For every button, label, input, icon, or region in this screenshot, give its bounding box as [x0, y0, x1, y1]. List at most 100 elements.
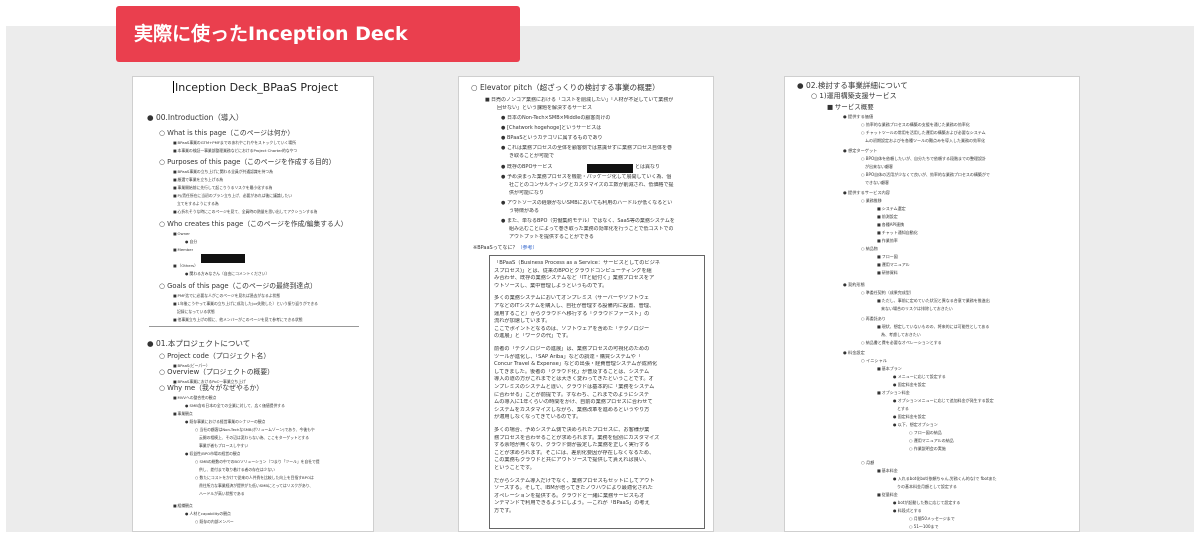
quote-line: ソースする。そして、IBMが培ってきたノウハウにより最適化された: [494, 485, 653, 492]
outline-line-text: 基本料金: [881, 468, 898, 473]
outline-line-text: 月間50メッセージまで: [913, 516, 955, 521]
outline-line-text: Member: [177, 247, 194, 252]
outline-line: ○ Why me（我々がなぜやるか）: [159, 384, 263, 393]
outline-line: ■ただし、事前に定めていた状況と異なる合意で業務を推進出: [877, 298, 990, 304]
outline-line: 来ない場合のリスクは排除しておきたい: [881, 306, 953, 312]
outline-line-text: 立てをするようにする為: [177, 201, 219, 206]
outline-line-text: 料金設定: [848, 350, 865, 355]
outline-line-text: これは業務プロセスの全体を顧客側では意識せずに業務プロセス自体を巻: [507, 145, 673, 151]
outline-line-text: できない顧客: [865, 180, 889, 185]
outline-line: ●オプションメニューに応じて追加料金が発生する設定: [893, 398, 994, 404]
outline-line-text: 心折れそうな時にこのページを見て、全員時の熱量を思い出してアクションする為: [177, 209, 318, 214]
quote-line: Concur Travel & Expense」などの出張・経費管理システムが成…: [494, 361, 658, 368]
bullet-marker: ●: [147, 339, 154, 348]
outline-line-text: BPO自体を依頼したいが、自分たちで依頼する段階までの整理設計: [865, 156, 987, 161]
outline-line: ■チャット通知自動化: [877, 230, 918, 236]
outline-line: 社ごとのコンサルティングとカスタマイズの工数が削減され、低価格で提: [509, 182, 674, 189]
outline-line-text: 回せない」という課題を解決するサービス: [497, 105, 593, 111]
outline-line-text: とは異なり: [635, 164, 661, 170]
outline-line: ○ Purposes of this page（このページを作成する目的）: [159, 158, 335, 167]
outline-line: ● 既存のBPOサービス: [501, 164, 552, 171]
outline-line: ■システム選定: [877, 206, 906, 212]
outline-line-text: 既存の内部メンバー: [199, 519, 234, 524]
quote-line: システムをカスタマイズしながら、業務改革を進めるというやり方: [494, 406, 650, 413]
outline-line-text: 1年後こうやって事業の立ち上げに成功した(or失敗した）という振り返りができる: [177, 301, 318, 306]
outline-line: ○SMBの総数の中でのBOソリューション（つまり「ツール」を自社で提: [195, 459, 320, 465]
outline-line-text: フロー図の納品: [913, 430, 942, 435]
quote-line: の進展」と「ワークの代」です。: [494, 333, 572, 340]
outline-line: ●契約形態: [843, 282, 865, 288]
bpaas-quote-box: 「BPaaS（Business Process as a Service：サービ…: [489, 255, 705, 529]
quote-line: オペレーションを提供する。クラウドと一緒に業務サービスもオ: [494, 492, 645, 499]
quote-line: 多くの場合、予めシステム側で決められたプロセスに、お客様が業: [494, 427, 650, 433]
outline-line: 云開の相模上、その辺は変わらない為、ここをターゲットとする: [199, 435, 309, 441]
outline-line: 組み込むことによって巻き取った業務の効率化を行うことで低コストでの: [509, 226, 673, 233]
quote-line: 導入の道の方がこれまでとは大きく変わってきたということです。オ: [494, 376, 654, 383]
outline-line-text: 準委任契約（成果完成型）: [865, 290, 914, 295]
quote-line: 方です。: [494, 508, 515, 514]
outline-line: ■組織観点: [173, 503, 193, 509]
outline-line-text: 以下、想定オプション: [897, 422, 938, 427]
outline-line-text: Goals of this page（このページの最終到達点）: [167, 282, 317, 290]
outline-line-text: BPaaSというカテゴリに属するものであり: [507, 135, 603, 141]
outline-line-text: が出来ない顧客: [865, 164, 893, 169]
outline-line: ●SMB含め日本の全ての企業に対して、広く価値提供する: [185, 403, 285, 409]
outline-line: ■厳選で事業を立ち上げる為: [173, 177, 223, 183]
outline-line: ■他事業立ち上げの際に、他メンバーがこのページを見て参考にできる状態: [173, 317, 303, 323]
quote-line: 前者の「テクノロジーの進展」は、業務プロセスの可視化のための: [494, 346, 650, 352]
document-title-text: Inception Deck_BPaaS Project: [175, 81, 339, 94]
outline-line-text: 作業説明会の実施: [913, 446, 946, 451]
outline-line: ●想定ターゲット: [843, 148, 877, 154]
outline-line: が出来ない顧客: [865, 164, 893, 170]
outline-line-text: りの基本料金月額として設定する: [897, 484, 957, 489]
quote-line: ことが求められます。そこには、差別化要因が存在しなくなるため、: [494, 449, 655, 456]
outline-line-text: Elevator pitch（超ざっくりの検討する事業の概要）: [480, 83, 660, 92]
quote-line: 運用すること）からクラウドへ移行する「クラウドファースト」の: [494, 310, 650, 317]
outline-line: 記録になっている状態: [177, 309, 215, 315]
outline-line: ○運用マニュアルの納品: [909, 438, 954, 444]
outline-line-text: SMB含め日本の全ての企業に対して、広く価値提供する: [189, 403, 285, 408]
redacted-service-name: [587, 164, 633, 173]
section-divider: [149, 326, 359, 327]
quote-line: アなどのITシステムを購入し、自社が管理する設備内に設置、管理、: [494, 303, 655, 309]
outline-line: ■ サービス概要: [827, 103, 874, 112]
outline-line-text: Purposes of this page（このページを作成する目的）: [167, 158, 336, 166]
outline-line: ●入れるbot化bot(依頼ちゃん,労務くん的な)で fbotあた: [893, 476, 997, 482]
quote-line: してきました。後者の「クラウド化」が普及することは、システム: [494, 368, 650, 375]
outline-line-text: チャット通知自動化: [881, 230, 918, 235]
bullet-marker: ●: [147, 113, 154, 122]
outline-line-text: PJ/責任所在に当初のプラン立ち上げ、必要があれば後に議論したい: [177, 193, 293, 198]
outline-line: ○ 1)運用構築支援サービス: [811, 92, 897, 101]
outline-line: ●人材とcapabilityの観点: [185, 511, 231, 517]
document-page-elevator-pitch: ○ Elevator pitch（超ざっくりの検討する事業の概要） ■日売のノンコア…: [458, 76, 714, 532]
outline-line-text: BPO自体の活用が少なくて良いが、効率的な業務プロセスの構築がで: [865, 172, 990, 177]
outline-line-text: 本事業の検証一事業部整理業務などにおけるProject Charter的なやつ: [177, 148, 298, 153]
outline-line-text: き取ることが可能で: [509, 153, 555, 159]
quote-line: み合わせ、既存の業務システムなど「ITと紐付く」業務プロセスをア: [494, 275, 655, 282]
outline-line-text: 料段式とする: [897, 508, 922, 513]
quote-line: 多くの業務システムにおいてオンプレミス（サーバーやソフトウェ: [494, 295, 650, 302]
outline-line-text: オプションメニューに応じて追加料金が発生する設定: [897, 398, 994, 403]
bullet-marker: ○: [159, 282, 165, 290]
outline-line: ■心折れそうな時にこのページを見て、全員時の熱量を思い出してアクションする為: [173, 209, 317, 215]
outline-line-text: う特徴がある: [509, 208, 540, 214]
outline-line: ■研修資料: [877, 270, 898, 276]
outline-line-text: 02.検討する事業詳細について: [806, 81, 908, 90]
outline-line: ○再委託あり: [861, 316, 886, 322]
outline-line: ハードルが高い状態である: [199, 491, 245, 497]
outline-line-text: 納品物: [865, 246, 878, 251]
outline-line: ■1年後こうやって事業の立ち上げに成功した(or失敗した）という振り返りができる: [173, 301, 318, 307]
outline-line-text: 関わる方みなさん（自由にコメントください）: [189, 271, 270, 276]
outline-line: ○フロー図の納品: [909, 430, 942, 436]
quote-line: ツールが進化し、「SAP Ariba」などの調達・購買システムや「: [494, 353, 642, 360]
outline-line: ■作業効率: [877, 238, 898, 244]
reference-link[interactable]: （参考）: [517, 245, 537, 251]
outline-line: ■Member: [173, 247, 193, 253]
outline-line-text: 51〜100まで: [913, 524, 939, 529]
outline-line-text: 組み込むことによって巻き取った業務の効率化を行うことで低コストでの: [509, 226, 674, 232]
outline-line: ●固定料金を設定: [893, 414, 926, 420]
quote-line: ここでポイントとなるのは、ソフトウェアを含めた「テクノロジー: [494, 325, 650, 332]
quote-line: ムの導入に1年くらいの時間をかけ、自前の業務プロセスに合わせて: [494, 399, 653, 406]
outline-line-text: メニューに応じて設定する: [897, 374, 946, 379]
outline-line: ● 02.検討する事業詳細について: [797, 81, 908, 91]
